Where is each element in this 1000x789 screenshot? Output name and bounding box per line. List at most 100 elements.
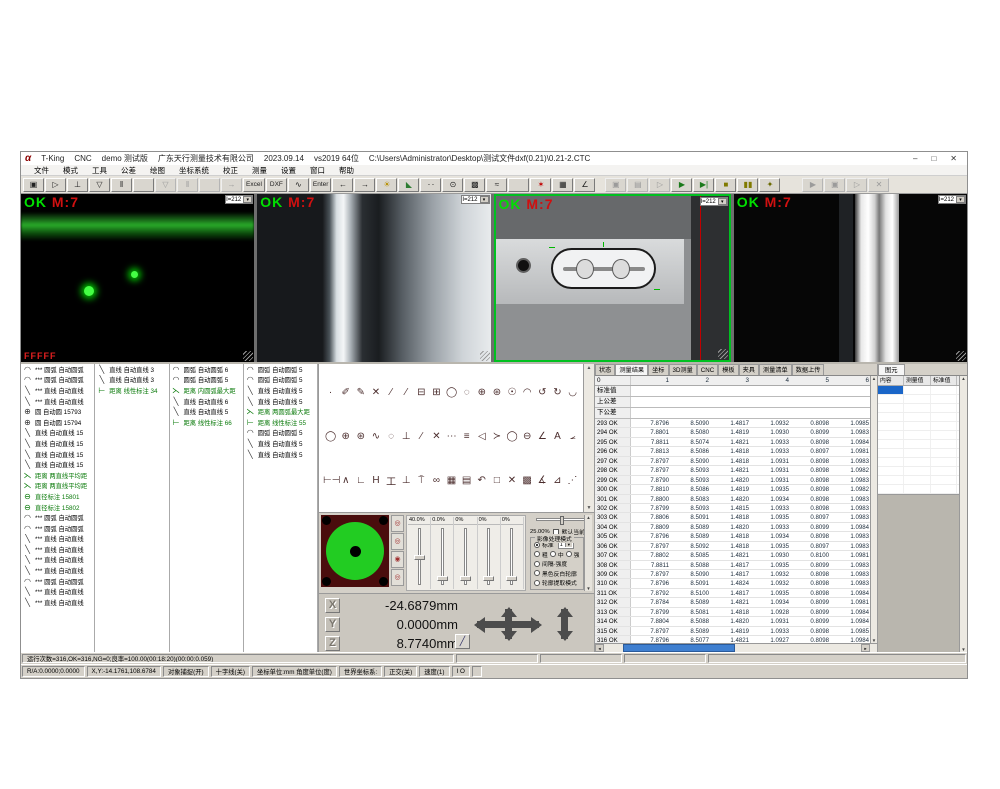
- zoom-slider[interactable]: [536, 518, 588, 521]
- axis-speed-slider[interactable]: 40.0%: [408, 517, 431, 589]
- target-icon[interactable]: ◎: [391, 569, 404, 586]
- slider-thumb[interactable]: [506, 576, 517, 581]
- feature-list-item[interactable]: ⊢距离 线性标注 34: [95, 385, 168, 396]
- table-row[interactable]: 298 OK7.87978.50931.48211.09310.80981.09…: [595, 466, 877, 475]
- slider-thumb[interactable]: [437, 576, 448, 581]
- tool-icon[interactable]: ∕: [414, 431, 429, 442]
- element-row[interactable]: [878, 449, 967, 458]
- laser-button[interactable]: ✶: [530, 178, 551, 192]
- menu-item[interactable]: 校正: [216, 165, 245, 176]
- maximize-button[interactable]: □: [931, 153, 936, 164]
- camera3-exposure-box[interactable]: I=212▾: [700, 197, 728, 206]
- table-row[interactable]: 294 OK7.88018.50801.48191.09300.80991.09…: [595, 428, 877, 437]
- tolerance-row[interactable]: 标准值: [595, 386, 877, 397]
- tool-icon[interactable]: ▤: [459, 475, 474, 486]
- tool-icon[interactable]: ∡: [535, 475, 550, 486]
- table-row[interactable]: 302 OK7.87998.50931.48151.09330.80981.09…: [595, 504, 877, 513]
- tool-icon[interactable]: ⦟: [565, 431, 580, 442]
- probe-button[interactable]: ⊥: [67, 178, 88, 192]
- table-row[interactable]: 314 OK7.88048.50881.48201.09310.80991.09…: [595, 617, 877, 626]
- enter-button[interactable]: Enter: [310, 178, 332, 192]
- zigzag-button[interactable]: ≈: [486, 178, 507, 192]
- resize-grip-icon[interactable]: [480, 351, 490, 361]
- tab-状态[interactable]: 状态: [595, 364, 615, 375]
- tool-icon[interactable]: ☉: [505, 387, 520, 398]
- resize-grip-icon[interactable]: [718, 349, 728, 359]
- terrain-button[interactable]: ◣: [398, 178, 419, 192]
- options-scrollbar[interactable]: ▲▼: [584, 515, 592, 591]
- feature-list-item[interactable]: ◠圆弧 自动圆弧 5: [170, 375, 243, 386]
- tool-icon[interactable]: □: [489, 475, 504, 486]
- blank-button[interactable]: [133, 178, 154, 192]
- jog-vertical-arrow[interactable]: [505, 609, 512, 639]
- tab-3D测量[interactable]: 3D测量: [669, 364, 697, 375]
- slider-thumb[interactable]: [460, 576, 471, 581]
- tolerance-row[interactable]: 上公差: [595, 397, 877, 408]
- menu-item[interactable]: 设置: [274, 165, 303, 176]
- element-row[interactable]: [878, 422, 967, 431]
- menu-item[interactable]: 帮助: [332, 165, 361, 176]
- back-button[interactable]: ←: [332, 178, 353, 192]
- tool-icon[interactable]: A: [550, 431, 565, 442]
- feature-list-item[interactable]: ◠*** 圆弧 自动圆弧: [21, 375, 94, 386]
- tab-夹具[interactable]: 夹具: [739, 364, 759, 375]
- feature-list-item[interactable]: ⊖直径标注 15802: [21, 502, 94, 513]
- target-icon[interactable]: ◎: [391, 533, 404, 550]
- menu-item[interactable]: 窗口: [303, 165, 332, 176]
- tool-icon[interactable]: ✕: [368, 387, 383, 398]
- scroll-down-icon[interactable]: ▼: [587, 505, 592, 511]
- slider-track[interactable]: [418, 528, 421, 585]
- element-row[interactable]: [878, 476, 967, 485]
- axis-speed-slider[interactable]: 0%: [454, 517, 477, 589]
- tool-icon[interactable]: 工: [384, 473, 399, 488]
- feature-list-item[interactable]: ╲直线 自动直线 5: [170, 406, 243, 417]
- results-vertical-scrollbar[interactable]: ▲▼: [870, 376, 877, 643]
- light-button[interactable]: ☀: [376, 178, 397, 192]
- scroll-left-icon[interactable]: ◂: [595, 644, 604, 652]
- excel-export-button[interactable]: Excel: [243, 178, 265, 192]
- tool-icon[interactable]: ↺: [535, 387, 550, 398]
- tool-icon[interactable]: ≡: [459, 431, 474, 442]
- table-row[interactable]: 315 OK7.87978.50891.48191.09330.80981.09…: [595, 627, 877, 636]
- signal-button[interactable]: ∿: [288, 178, 309, 192]
- feature-list-item[interactable]: ╲直线 自动直线 15: [21, 438, 94, 449]
- resize-grip-icon[interactable]: [956, 351, 966, 361]
- table-row[interactable]: 307 OK7.88028.50851.48211.09300.81001.09…: [595, 551, 877, 560]
- tool-icon[interactable]: ⊢⊣: [323, 475, 338, 486]
- table-row[interactable]: 312 OK7.87848.50891.48211.09340.80991.09…: [595, 598, 877, 607]
- tool-icon[interactable]: ◯: [505, 431, 520, 442]
- camera4-exposure-box[interactable]: I=212▾: [938, 195, 966, 204]
- feature-list-item[interactable]: ╲直线 自动直线 3: [95, 375, 168, 386]
- camera-view-3-selected[interactable]: OK M:7 I=212▾: [494, 194, 731, 362]
- slider-thumb[interactable]: [483, 576, 494, 581]
- table-row[interactable]: 310 OK7.87968.50911.48241.09320.80981.09…: [595, 579, 877, 588]
- tool-icon[interactable]: ✕: [429, 431, 444, 442]
- dxf-export-button[interactable]: DXF: [266, 178, 287, 192]
- tool-icon[interactable]: ∠: [535, 431, 550, 442]
- menu-item[interactable]: 文件: [27, 165, 56, 176]
- scroll-up-icon[interactable]: ▲: [960, 376, 967, 381]
- element-row[interactable]: [878, 386, 967, 395]
- blank-3-button[interactable]: [508, 178, 529, 192]
- table-row[interactable]: 316 OK7.87968.50771.48211.09270.80981.09…: [595, 636, 877, 643]
- camera-view-2[interactable]: OK M:7 I=212▾: [257, 194, 490, 362]
- scroll-up-icon[interactable]: ▲: [871, 376, 877, 381]
- feature-list-item[interactable]: ╲直线 自动直线 15: [21, 459, 94, 470]
- jog-z-arrow[interactable]: [561, 609, 568, 639]
- tool-icon[interactable]: ◁: [474, 431, 489, 442]
- table-row[interactable]: 299 OK7.87908.50931.48201.09310.80981.09…: [595, 476, 877, 485]
- joystick-pad[interactable]: [321, 515, 389, 587]
- tool-icon[interactable]: ↶: [474, 475, 489, 486]
- forward-button[interactable]: →: [354, 178, 375, 192]
- scrollbar-thumb[interactable]: [623, 644, 735, 652]
- tool-icon[interactable]: ∧: [338, 475, 353, 486]
- tool-icon[interactable]: ⊥: [399, 431, 414, 442]
- feature-list-item[interactable]: ╲*** 直线 自动直线: [21, 396, 94, 407]
- feature-list-item[interactable]: ⋋距离 两圆弧最大距: [244, 406, 317, 417]
- feature-list-item[interactable]: ◠*** 圆弧 自动圆弧: [21, 364, 94, 375]
- feature-list-item[interactable]: ╲*** 直线 自动直线: [21, 555, 94, 566]
- scroll-right-icon[interactable]: ▸: [861, 644, 870, 652]
- element-row[interactable]: [878, 485, 967, 494]
- camera-view-1[interactable]: OK M:7 I=212▾ FFFFF: [21, 194, 254, 362]
- table-row[interactable]: 304 OK7.88098.50891.48201.09330.80991.09…: [595, 523, 877, 532]
